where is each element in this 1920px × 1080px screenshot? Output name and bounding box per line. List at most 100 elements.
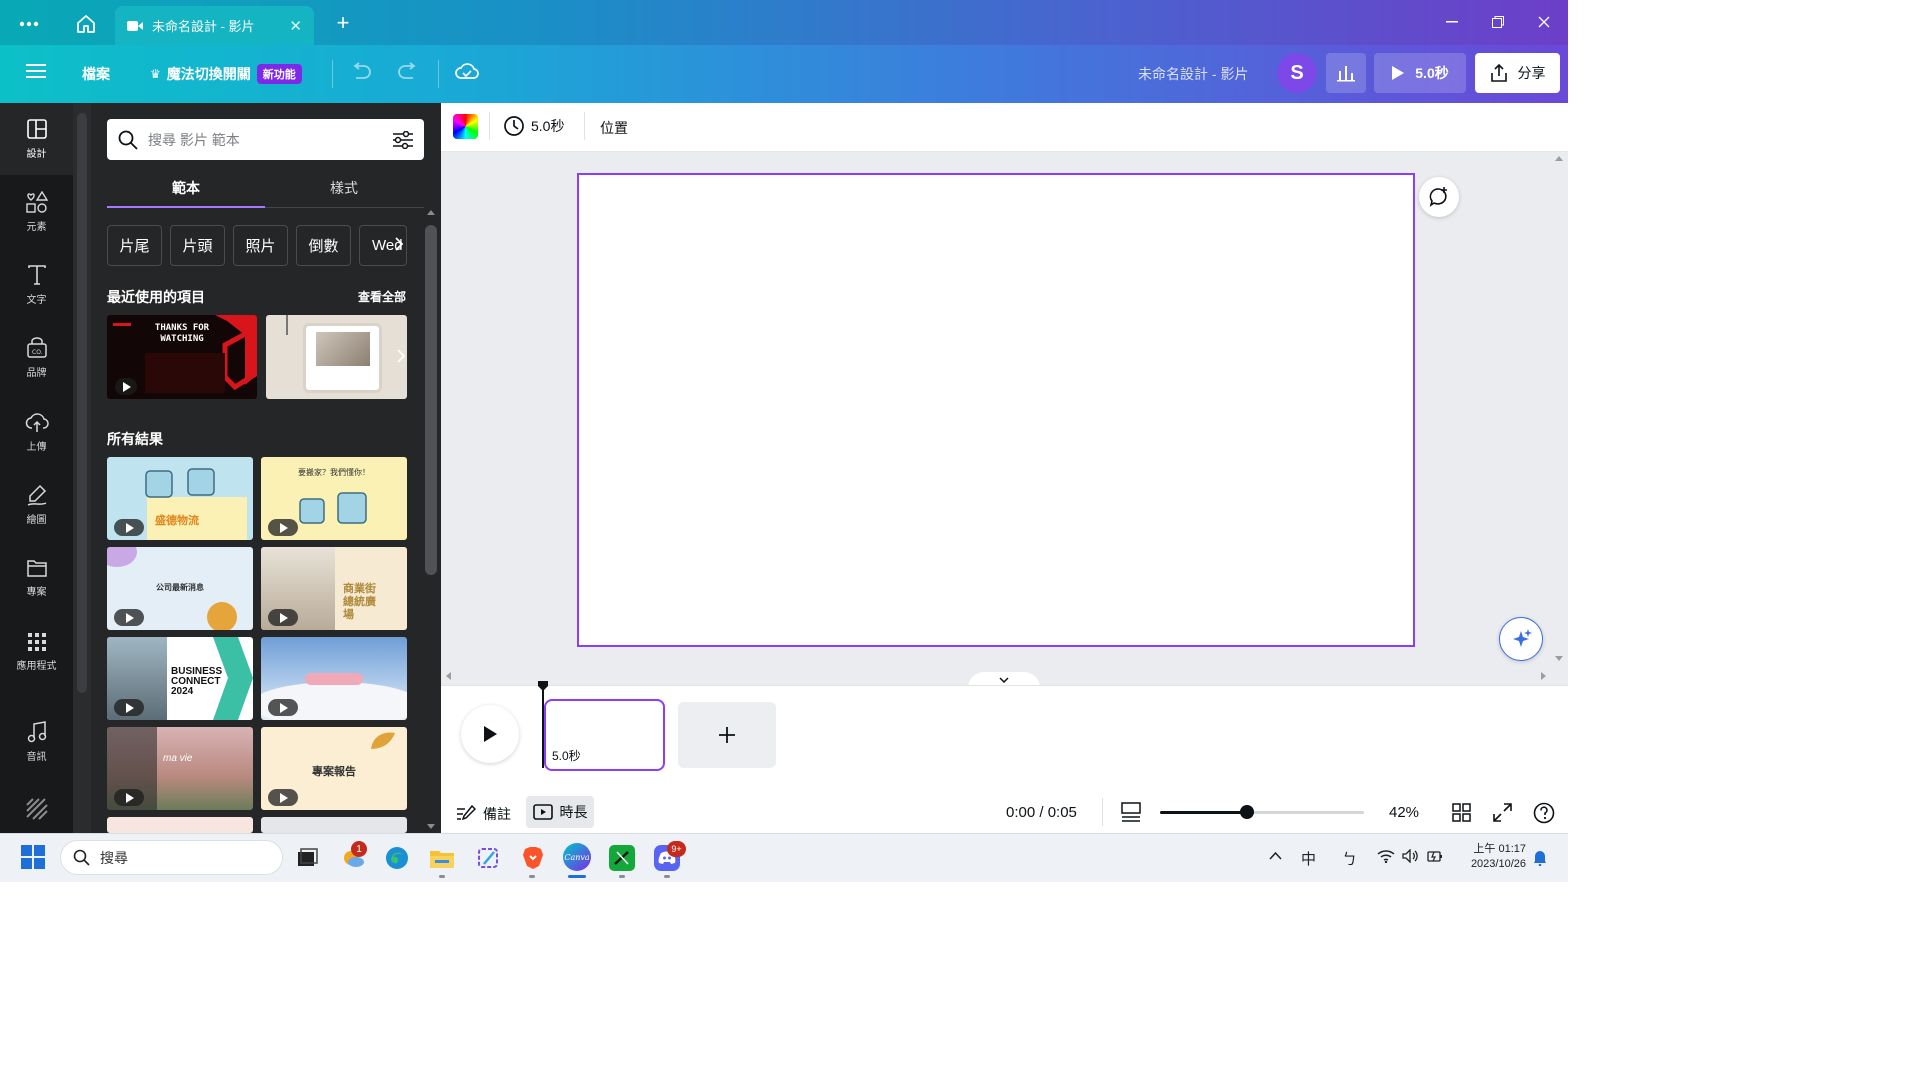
template-thumbnail[interactable]: 商業街總統廣場 [261, 547, 407, 630]
wifi-icon[interactable] [1377, 849, 1395, 863]
more-icon[interactable] [14, 12, 44, 36]
search-input[interactable]: 搜尋 影片 範本 [148, 130, 240, 150]
timeline-play-button[interactable] [461, 705, 519, 763]
rail-item-apps[interactable]: 應用程式 [0, 616, 73, 688]
present-button[interactable]: 5.0秒 [1374, 53, 1466, 93]
search-box[interactable]: 搜尋 影片 範本 [107, 119, 424, 160]
filter-chip[interactable]: 片尾 [107, 225, 162, 266]
share-button[interactable]: 分享 [1475, 53, 1560, 93]
undo-icon[interactable] [350, 62, 372, 80]
pattern-icon[interactable] [26, 798, 48, 820]
design-page[interactable] [577, 173, 1415, 647]
rail-item-design[interactable]: 設計 [0, 103, 73, 175]
help-icon[interactable] [1533, 802, 1555, 824]
tab-styles[interactable]: 樣式 [330, 178, 358, 198]
minimize-icon[interactable] [1440, 12, 1464, 32]
template-thumbnail[interactable] [261, 817, 407, 833]
photo-placeholder [316, 332, 370, 366]
template-thumbnail[interactable]: 公司最新消息 [107, 547, 253, 630]
redo-icon[interactable] [397, 62, 419, 80]
add-comment-button[interactable] [1419, 177, 1459, 217]
design-title[interactable]: 未命名設計 - 影片 [1138, 64, 1248, 84]
volume-icon[interactable] [1402, 849, 1418, 863]
fullscreen-icon[interactable] [1493, 803, 1512, 822]
notes-button[interactable]: 備註 [456, 800, 511, 828]
draw-icon [27, 484, 46, 506]
zoom-level[interactable]: 42% [1389, 804, 1419, 821]
ime-mode-indicator[interactable]: ㄅ [1342, 848, 1357, 869]
rail-scrollbar[interactable] [73, 103, 91, 833]
template-thumbnail[interactable]: 要搬家？我們懂你！ [261, 457, 407, 540]
magic-assistant-button[interactable] [1499, 617, 1543, 661]
canva-app-icon[interactable]: Canva [563, 843, 591, 871]
recent-template-thumbnail[interactable] [266, 315, 407, 399]
template-thumbnail[interactable]: ma vie [107, 727, 253, 810]
file-explorer-icon[interactable] [429, 845, 455, 871]
template-thumbnail[interactable]: 專案報告 [261, 727, 407, 810]
timeline-clip[interactable]: 5.0秒 [544, 699, 665, 771]
rail-item-draw[interactable]: 繪圖 [0, 469, 73, 541]
line-app-icon[interactable] [609, 845, 635, 871]
cloud-saved-icon[interactable] [455, 62, 479, 80]
magic-switch-button[interactable]: ♛ 魔法切換開關 新功能 [150, 64, 302, 84]
browser-tab[interactable]: 未命名設計 - 影片 ✕ [115, 6, 314, 45]
play-badge [114, 699, 144, 716]
template-thumbnail[interactable] [107, 817, 253, 833]
new-tab-icon[interactable]: + [330, 10, 356, 36]
recent-template-thumbnail[interactable]: THANKS FOR WATCHING [107, 315, 257, 399]
taskbar-clock[interactable]: 上午 01:17 2023/10/26 [1460, 842, 1526, 872]
filter-chip[interactable]: 倒數 [296, 225, 351, 266]
filter-icon[interactable] [392, 130, 414, 149]
insights-button[interactable] [1326, 53, 1366, 93]
menu-icon[interactable] [26, 63, 46, 79]
clock-icon [504, 116, 524, 136]
chevron-right-icon[interactable] [396, 348, 406, 364]
page-view-icon[interactable] [1121, 802, 1141, 822]
close-window-icon[interactable] [1532, 12, 1556, 32]
battery-icon[interactable] [1427, 849, 1443, 863]
bar-chart-icon [1337, 66, 1355, 82]
task-view-icon[interactable] [294, 845, 320, 871]
rail-item-upload[interactable]: 上傳 [0, 396, 73, 468]
zoom-slider[interactable] [1160, 805, 1364, 819]
rail-item-brand[interactable]: CO. 品牌 [0, 322, 73, 394]
rail-item-elements[interactable]: 元素 [0, 176, 73, 248]
position-button[interactable]: 位置 [600, 118, 628, 138]
avatar[interactable]: S [1277, 53, 1317, 93]
chevron-up-icon[interactable] [1269, 852, 1282, 860]
windows-start-icon[interactable] [21, 845, 45, 869]
share-label: 分享 [1517, 65, 1546, 81]
brave-browser-icon[interactable] [520, 845, 546, 871]
filter-chip[interactable]: 照片 [233, 225, 288, 266]
zoom-slider-knob[interactable] [1240, 805, 1254, 819]
template-thumbnail[interactable] [261, 637, 407, 720]
notification-bell-icon[interactable] [1533, 850, 1547, 866]
edge-browser-icon[interactable] [384, 845, 410, 871]
search-icon [73, 849, 90, 866]
panel-scrollbar[interactable] [423, 210, 439, 833]
play-badge [268, 789, 298, 806]
chevron-right-icon[interactable] [394, 236, 404, 252]
restore-icon[interactable] [1486, 12, 1510, 32]
snipping-tool-icon[interactable] [475, 845, 501, 871]
rail-item-text[interactable]: 文字 [0, 249, 73, 321]
canvas-vertical-scrollbar[interactable] [1553, 156, 1565, 666]
template-thumbnail[interactable]: BUSINESS CONNECT 2024 [107, 637, 253, 720]
rail-item-label: 上傳 [26, 442, 47, 453]
rail-item-audio[interactable]: 音訊 [0, 706, 73, 778]
duration-button[interactable]: 5.0秒 [503, 115, 564, 137]
filter-chip[interactable]: 片頭 [170, 225, 225, 266]
file-menu-button[interactable]: 檔案 [82, 64, 110, 84]
ime-language-indicator[interactable]: 中 [1301, 848, 1316, 869]
home-icon[interactable] [70, 10, 102, 38]
template-thumbnail[interactable]: 盛德物流 [107, 457, 253, 540]
duration-mode-button[interactable]: 時長 [526, 796, 594, 828]
taskbar-search[interactable]: 搜尋 [60, 840, 283, 875]
add-page-button[interactable] [678, 702, 776, 768]
rail-item-projects[interactable]: 專案 [0, 542, 73, 614]
background-color-button[interactable] [453, 114, 478, 139]
close-tab-icon[interactable]: ✕ [289, 17, 302, 35]
tab-templates[interactable]: 範本 [172, 178, 200, 198]
grid-view-icon[interactable] [1452, 803, 1471, 822]
see-all-link[interactable]: 查看全部 [358, 288, 406, 305]
